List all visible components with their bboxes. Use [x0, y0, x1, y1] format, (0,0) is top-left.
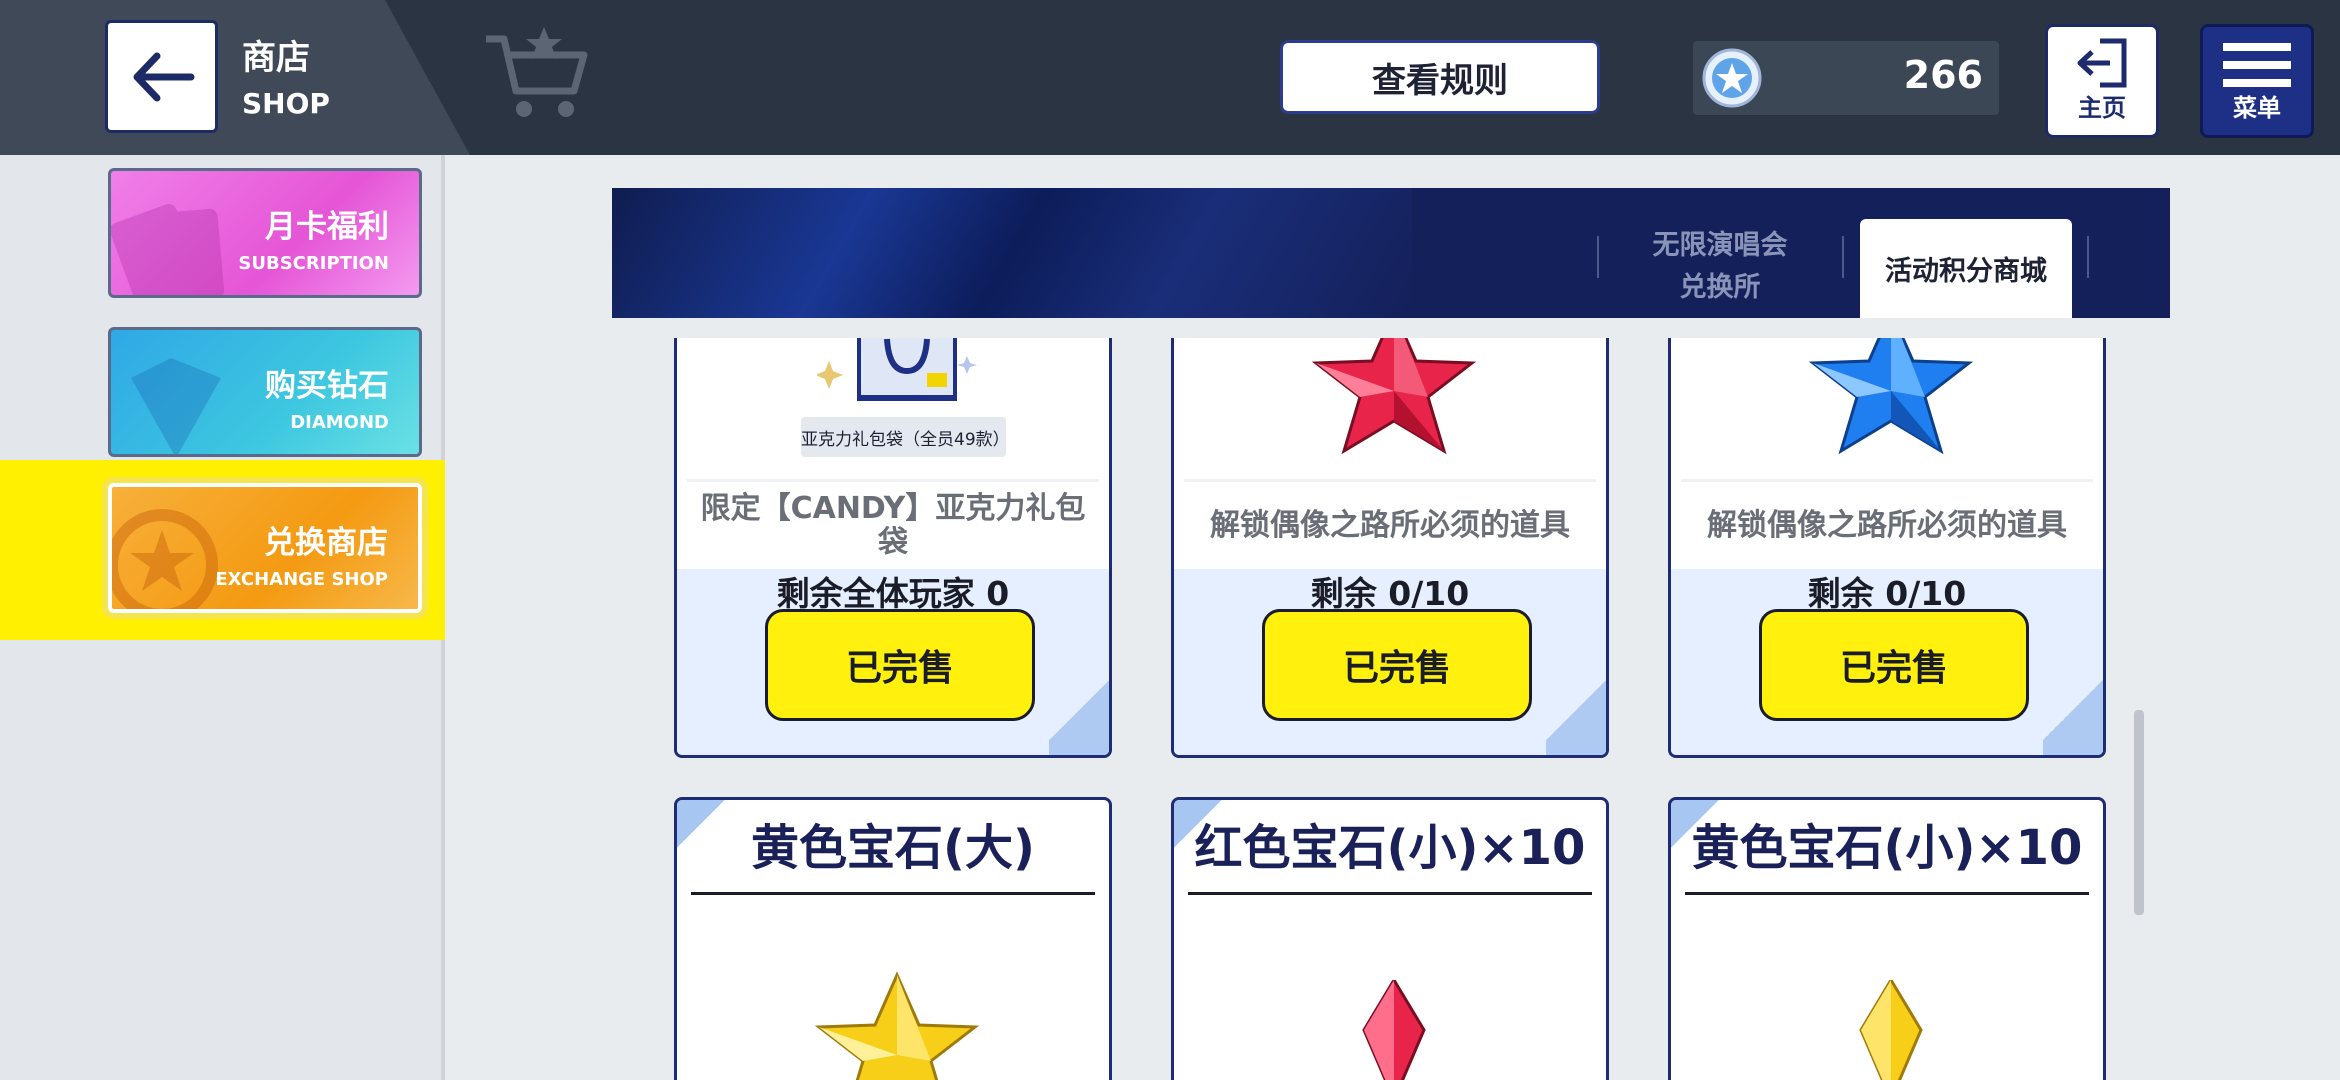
product-card[interactable]: 黄色宝石(小)×10	[1668, 797, 2106, 1080]
currency-value: 266	[1903, 53, 1983, 97]
yellow-gem-icon	[1859, 980, 1923, 1080]
tab-label-line2: 兑换所	[1679, 272, 1761, 303]
menu-label: 菜单	[2233, 94, 2281, 122]
gift-bag-icon	[817, 338, 977, 401]
red-star-gem-icon	[1311, 338, 1477, 455]
product-description: 解锁偶像之路所必须的道具	[1681, 479, 2093, 569]
product-image-area	[1671, 338, 2103, 481]
product-title: 黄色宝石(大)	[751, 820, 1035, 876]
sold-out-button[interactable]: 已完售	[1759, 609, 2029, 721]
back-button[interactable]	[105, 20, 218, 133]
tab-separator	[2087, 236, 2089, 278]
product-image-area	[1174, 338, 1606, 481]
product-title: 黄色宝石(小)×10	[1691, 820, 2083, 876]
product-description: 解锁偶像之路所必须的道具	[1184, 479, 1596, 569]
sidebar-item-subtitle: EXCHANGE SHOP	[215, 569, 388, 590]
product-card[interactable]: 亚克力礼包袋（全员49款） 限定【CANDY】亚克力礼包袋 剩余全体玩家 0 已…	[674, 338, 1112, 758]
product-card[interactable]: 黄色宝石(大)	[674, 797, 1112, 1080]
shop-subtitle: SHOP	[242, 87, 330, 120]
sidebar-item-subscription[interactable]: 月卡福利 SUBSCRIPTION	[108, 168, 422, 298]
cart-icon	[486, 27, 588, 117]
cards-icon	[111, 203, 225, 295]
product-image-area: 亚克力礼包袋（全员49款）	[677, 338, 1109, 481]
title-divider	[1188, 892, 1592, 895]
product-card[interactable]: 解锁偶像之路所必须的道具 剩余 0/10 已完售	[1668, 338, 2106, 758]
star-coin-icon	[112, 509, 218, 609]
gift-bag-label: 亚克力礼包袋（全员49款）	[801, 417, 1010, 457]
sidebar-item-title: 购买钻石	[265, 368, 389, 404]
shop-title: 商店	[242, 38, 310, 78]
product-description: 限定【CANDY】亚克力礼包袋	[687, 479, 1099, 569]
exit-icon	[2077, 38, 2127, 88]
banner-pattern	[612, 188, 1412, 318]
top-bar: 商店 SHOP 查看规则 266 主页 菜单	[0, 0, 2340, 155]
sold-out-button[interactable]: 已完售	[1262, 609, 1532, 721]
tab-separator	[1597, 236, 1599, 278]
home-label: 主页	[2078, 94, 2126, 122]
remaining-count: 剩余 0/10	[1807, 574, 1967, 613]
arrow-left-icon	[133, 52, 194, 101]
product-card[interactable]: 解锁偶像之路所必须的道具 剩余 0/10 已完售	[1171, 338, 1609, 758]
sidebar-item-title: 月卡福利	[265, 209, 389, 245]
red-gem-icon	[1362, 980, 1426, 1080]
sidebar-item-exchange-shop[interactable]: 兑换商店 EXCHANGE SHOP	[108, 483, 422, 613]
star-coin-icon	[1702, 48, 1762, 108]
tab-separator	[1842, 236, 1844, 278]
vertical-scrollbar[interactable]	[2134, 710, 2144, 915]
remaining-count: 剩余全体玩家 0	[776, 574, 1010, 613]
hamburger-icon	[2223, 43, 2291, 87]
top-bar-left-panel	[0, 0, 470, 155]
card-corner-decoration	[2043, 665, 2103, 755]
sidebar-item-subtitle: SUBSCRIPTION	[238, 253, 389, 274]
sidebar-item-diamond[interactable]: 购买钻石 DIAMOND	[108, 327, 422, 457]
home-button[interactable]: 主页	[2045, 24, 2159, 138]
yellow-star-gem-icon	[814, 971, 980, 1080]
product-card[interactable]: 红色宝石(小)×10	[1171, 797, 1609, 1080]
sidebar-item-title: 兑换商店	[264, 525, 388, 561]
blue-star-gem-icon	[1808, 338, 1974, 455]
view-rules-button[interactable]: 查看规则	[1280, 40, 1600, 114]
sidebar: 月卡福利 SUBSCRIPTION 购买钻石 DIAMOND 兑换商店 EXCH…	[0, 155, 445, 1080]
menu-button[interactable]: 菜单	[2200, 24, 2314, 138]
title-divider	[1685, 892, 2089, 895]
tab-event-points-shop[interactable]: 活动积分商城	[1860, 219, 2072, 318]
product-title: 红色宝石(小)×10	[1194, 820, 1586, 876]
currency-display: 266	[1693, 41, 1999, 115]
remaining-count: 剩余 0/10	[1310, 574, 1470, 613]
card-corner-decoration	[1049, 665, 1109, 755]
title-divider	[691, 892, 1095, 895]
sidebar-item-subtitle: DIAMOND	[290, 412, 389, 433]
sold-out-button[interactable]: 已完售	[765, 609, 1035, 721]
diamond-icon	[131, 358, 221, 454]
tab-unlimited-concert-exchange[interactable]: 无限演唱会 兑换所	[1600, 225, 1840, 309]
card-corner-decoration	[1546, 665, 1606, 755]
tab-label-line1: 无限演唱会	[1652, 230, 1788, 261]
product-grid[interactable]: 亚克力礼包袋（全员49款） 限定【CANDY】亚克力礼包袋 剩余全体玩家 0 已…	[612, 338, 2170, 1080]
